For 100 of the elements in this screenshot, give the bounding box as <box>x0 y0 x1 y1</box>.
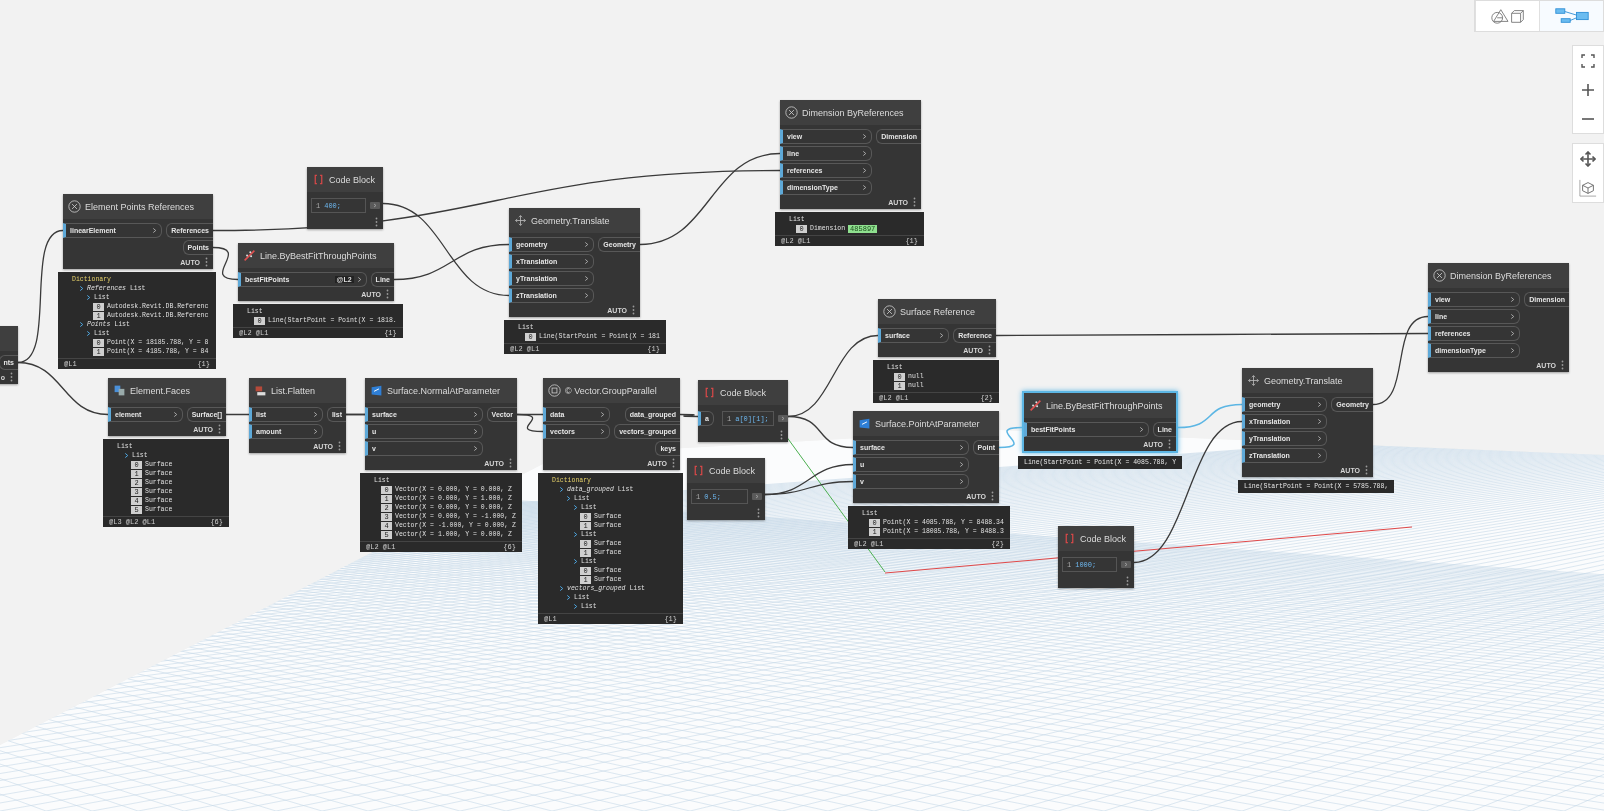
node-icon <box>548 384 561 397</box>
node-title: Dimension ByReferences <box>802 107 904 118</box>
more-icon[interactable] <box>1561 360 1564 370</box>
node-title: List.Flatten <box>271 385 316 396</box>
output-port-icon[interactable] <box>752 493 762 500</box>
move-icon <box>514 214 527 227</box>
chevron-icon <box>1138 426 1144 433</box>
line-icon <box>1029 399 1042 412</box>
fit-icon <box>1581 53 1595 68</box>
chevron-icon <box>172 411 178 418</box>
line-icon <box>243 249 256 262</box>
chevron-icon <box>573 531 578 538</box>
more-icon[interactable] <box>375 217 378 227</box>
move-icon <box>1580 150 1596 167</box>
chevron-icon <box>1510 296 1516 303</box>
node-title: Surface Reference <box>900 306 976 317</box>
chevron-icon <box>312 428 318 435</box>
chevron-icon <box>472 428 478 435</box>
wire <box>225 413 250 416</box>
node-title: Code Block <box>329 174 376 185</box>
node-title: Code Block <box>709 465 756 476</box>
minus-icon <box>1581 117 1595 120</box>
move-icon <box>1247 374 1260 387</box>
chevron-icon <box>862 167 868 174</box>
node-title: Dimension ByReferences <box>1450 270 1552 281</box>
brackets-icon <box>692 464 705 477</box>
surface-icon <box>858 417 871 430</box>
node-icon <box>68 200 81 213</box>
more-icon[interactable] <box>1168 439 1171 449</box>
chevron-icon <box>1317 401 1323 408</box>
chevron-icon <box>862 150 868 157</box>
chevron-icon <box>356 276 362 283</box>
wire <box>679 413 699 418</box>
node-title: Code Block <box>1080 533 1127 544</box>
chevron-icon <box>584 292 590 299</box>
list-icon <box>254 384 267 397</box>
more-icon[interactable] <box>338 441 341 451</box>
node-title: Element Points References <box>85 201 195 212</box>
chevron-icon <box>584 241 590 248</box>
chevron-icon <box>958 478 964 485</box>
chevron-icon <box>1510 330 1516 337</box>
chevron-icon <box>584 275 590 282</box>
plus-icon <box>1581 82 1595 97</box>
node-title: Code Block <box>720 387 767 398</box>
chevron-icon <box>1317 435 1323 442</box>
more-icon[interactable] <box>509 458 512 468</box>
brackets-icon <box>312 173 325 186</box>
chevron-icon <box>600 411 606 418</box>
chevron-icon <box>939 332 945 339</box>
output-port-icon[interactable] <box>370 202 380 209</box>
node-icon <box>883 305 896 318</box>
node-title: Surface.NormalAtParameter <box>387 385 501 396</box>
node-title: Geometry.Translate <box>531 215 610 226</box>
more-icon[interactable] <box>205 257 208 267</box>
chevron-icon <box>862 184 868 191</box>
faces-icon <box>113 384 126 397</box>
more-icon[interactable] <box>218 424 221 434</box>
node-title: Line.ByBestFitThroughPoints <box>1046 400 1163 411</box>
more-icon[interactable] <box>991 491 994 501</box>
node-title: Geometry.Translate <box>1264 375 1343 386</box>
chevron-icon <box>600 428 606 435</box>
output-port-icon[interactable] <box>1121 561 1131 568</box>
chevron-icon <box>1510 313 1516 320</box>
more-icon[interactable] <box>10 372 13 382</box>
more-icon[interactable] <box>632 305 635 315</box>
node-graph-icon <box>1553 7 1590 25</box>
more-icon[interactable] <box>988 345 991 355</box>
brackets-icon <box>1063 532 1076 545</box>
node-icon <box>785 106 798 119</box>
chevron-icon <box>573 558 578 565</box>
chevron-icon <box>152 227 158 234</box>
chevron-icon <box>958 444 964 451</box>
graph-view-button[interactable] <box>1539 1 1603 31</box>
wire <box>998 426 1023 449</box>
chevron-icon <box>862 133 868 140</box>
more-icon[interactable] <box>913 197 916 207</box>
chevron-icon <box>472 411 478 418</box>
chevron-icon <box>124 452 129 459</box>
chevron-icon <box>584 258 590 265</box>
node-title: Line.ByBestFitThroughPoints <box>260 250 377 261</box>
shapes-icon <box>1489 7 1526 25</box>
brackets-icon <box>703 386 716 399</box>
node-icon <box>1433 269 1446 282</box>
more-icon[interactable] <box>672 458 675 468</box>
chevron-icon <box>1510 347 1516 354</box>
more-icon[interactable] <box>386 289 389 299</box>
chevron-icon <box>958 461 964 468</box>
chevron-icon <box>1317 452 1323 459</box>
more-icon[interactable] <box>780 430 783 440</box>
node-title: Surface.PointAtParameter <box>875 418 980 429</box>
wire <box>212 246 239 281</box>
cube-icon <box>1579 178 1597 197</box>
chevron-icon <box>472 445 478 452</box>
more-icon[interactable] <box>757 508 760 518</box>
chevron-icon <box>1317 418 1323 425</box>
output-port-icon[interactable] <box>777 415 788 422</box>
surface-icon <box>370 384 383 397</box>
more-icon[interactable] <box>1126 576 1129 586</box>
node-title: Element.Faces <box>130 385 191 396</box>
more-icon[interactable] <box>1365 465 1368 475</box>
